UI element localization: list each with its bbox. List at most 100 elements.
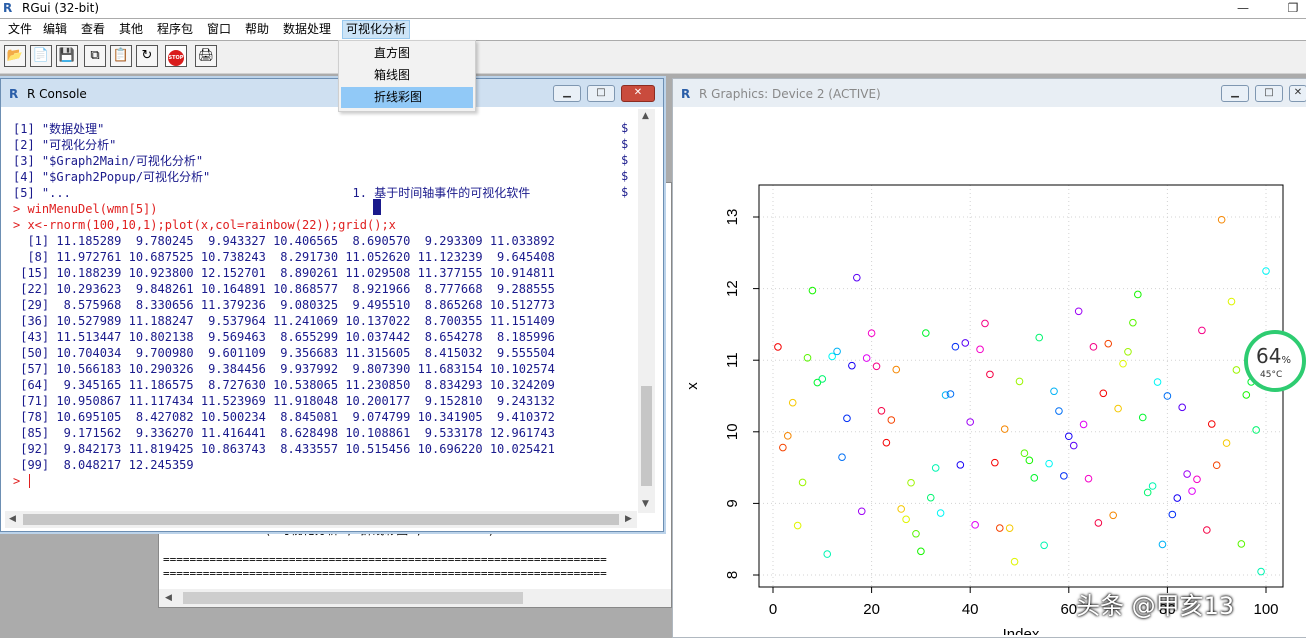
data-point [1153, 378, 1162, 386]
visual-analysis-menu: 直方图 箱线图 折线彩图 [338, 40, 476, 112]
data-point [1158, 540, 1167, 549]
data-point [976, 345, 984, 354]
data-point [1089, 343, 1098, 351]
scroll-up-icon[interactable]: ▲ [642, 111, 649, 121]
graphics-close-button[interactable]: ✕ [1289, 85, 1306, 102]
data-point [1188, 487, 1196, 495]
copy-paste-button[interactable]: ↻ [136, 45, 158, 67]
minimize-icon[interactable]: — [1228, 0, 1258, 18]
r-logo-icon: R [681, 87, 691, 101]
x-tick-label: 20 [863, 601, 880, 618]
data-point [1227, 297, 1236, 306]
data-point [1232, 366, 1241, 374]
graphics-title: R Graphics: Device 2 (ACTIVE) [699, 87, 881, 101]
console-minimize-button[interactable]: ▁ [553, 85, 581, 102]
stop-button[interactable]: STOP [165, 45, 187, 67]
data-point [788, 398, 797, 407]
cpu-usage-badge: 64% 45°C [1244, 330, 1306, 392]
graphics-minimize-button[interactable]: ▁ [1221, 85, 1249, 102]
data-point [1173, 494, 1182, 502]
data-point [882, 438, 891, 447]
console-output-line: [1] "数据处理" [13, 122, 105, 136]
scroll-left-icon[interactable]: ◀ [165, 593, 172, 603]
menu-item[interactable]: 其他 [116, 21, 146, 38]
data-point [902, 515, 910, 524]
data-point [931, 464, 940, 472]
data-point [1099, 389, 1108, 398]
data-point [1138, 413, 1147, 422]
console-output-line: [36] 10.527989 11.188247 9.537964 11.241… [13, 314, 555, 328]
data-point [897, 505, 905, 513]
menu-item[interactable]: 窗口 [204, 21, 234, 38]
plot-frame [758, 184, 1284, 588]
x-tick-label: 40 [962, 601, 979, 618]
console-output[interactable]: $ $ $ $ $ [1] "数据处理" [2] "可视化分析" [3] "$Gra… [5, 111, 637, 509]
menu-item[interactable]: 数据处理 [280, 21, 334, 38]
data-point [991, 458, 999, 467]
data-point [808, 286, 817, 295]
data-point [917, 547, 925, 556]
dropdown-item[interactable]: 折线彩图 [341, 87, 473, 108]
scroll-thumb[interactable] [23, 514, 619, 525]
console-close-button[interactable]: ✕ [621, 85, 655, 102]
data-point [892, 365, 901, 374]
data-point [1035, 333, 1044, 342]
save-workspace-button[interactable]: 💾 [56, 45, 78, 67]
selection-block [373, 199, 381, 215]
dropdown-item[interactable]: 直方图 [341, 43, 473, 64]
data-point [986, 370, 994, 379]
data-point [1207, 420, 1216, 428]
scroll-thumb[interactable] [183, 592, 523, 604]
menu-item[interactable]: 帮助 [242, 21, 272, 38]
menu-item[interactable]: 查看 [78, 21, 108, 38]
dropdown-item[interactable]: 箱线图 [341, 65, 473, 86]
data-point [1217, 215, 1226, 224]
graphics-maximize-button[interactable]: □ [1255, 85, 1283, 102]
print-button[interactable]: 🖨 [195, 45, 217, 67]
data-point [1020, 449, 1029, 458]
menu-item[interactable]: 程序包 [154, 21, 196, 38]
y-tick-label: 13 [724, 209, 741, 226]
watermark-text: 头条 @甲亥13 [1076, 592, 1235, 620]
open-script-button[interactable]: 📂 [4, 45, 26, 67]
data-point [1212, 461, 1221, 470]
data-point [1237, 540, 1246, 548]
scroll-right-icon[interactable]: ▶ [625, 514, 632, 524]
copy-button[interactable]: ⧉ [84, 45, 106, 67]
paste-button[interactable]: 📋 [110, 45, 132, 67]
scroll-thumb[interactable] [641, 386, 652, 486]
console-output-line: [64] 9.345165 11.186575 8.727630 10.5380… [13, 378, 555, 392]
data-point [1040, 541, 1048, 550]
data-point [1069, 441, 1078, 450]
scroll-left-icon[interactable]: ◀ [9, 514, 16, 524]
menu-item[interactable]: 文件 [5, 21, 35, 38]
console-input-line: > [13, 474, 28, 488]
console-hscrollbar[interactable]: ◀ ▶ [5, 511, 637, 528]
data-point [843, 414, 851, 423]
data-point [1257, 567, 1265, 576]
data-point [1010, 557, 1019, 566]
data-point [922, 329, 930, 337]
data-point [1109, 511, 1117, 520]
data-point [1005, 524, 1014, 532]
menu-item[interactable]: 可视化分析 [342, 20, 411, 39]
console-output-line: [5] "... 1. 基于时间轴事件的可视化软件 [13, 186, 531, 200]
editor-hscrollbar[interactable]: ◀ [159, 589, 671, 607]
data-point [1143, 488, 1152, 497]
data-point [1129, 318, 1137, 327]
load-workspace-button[interactable]: 📄 [30, 45, 52, 67]
data-point [1015, 377, 1024, 386]
menu-bar: 文件 编辑 查看 其他 程序包 窗口 帮助 数据处理 可视化分析 [0, 19, 1306, 40]
menu-item[interactable]: 编辑 [40, 21, 70, 38]
restore-icon[interactable]: ❐ [1278, 0, 1306, 18]
data-point [887, 416, 896, 424]
overflow-marker: $ [621, 137, 629, 151]
editor-line: ========================================… [163, 553, 607, 566]
console-input-line: > winMenuDel(wmn[5]) [13, 202, 158, 216]
badge-temperature: 45°C [1260, 370, 1283, 380]
console-vscrollbar[interactable]: ▲ ▼ [638, 109, 655, 513]
scroll-down-icon[interactable]: ▼ [642, 499, 649, 509]
data-point [1198, 326, 1206, 335]
console-maximize-button[interactable]: □ [587, 85, 615, 102]
data-point [951, 342, 960, 351]
